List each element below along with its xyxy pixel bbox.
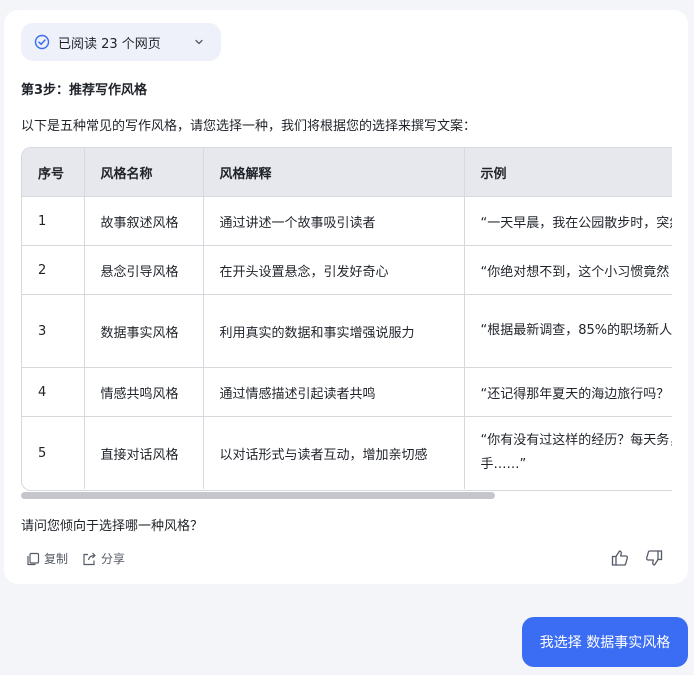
thumbs-up-icon[interactable]	[610, 548, 630, 568]
cell-example: “你有没有过这样的经历？每天务，感到无从下手……”	[464, 416, 672, 489]
feedback-buttons	[596, 548, 664, 568]
table-row: 3 数据事实风格 利用真实的数据和事实增强说服力 “根据最新调查，85%的职场新…	[22, 294, 672, 368]
cell-example: “还记得那年夏天的海边旅行吗？	[464, 367, 672, 417]
cell-style-explanation: 利用真实的数据和事实增强说服力	[203, 294, 465, 368]
cell-style-name: 故事叙述风格	[84, 196, 204, 246]
header-style-name: 风格名称	[84, 148, 204, 197]
cell-index: 1	[22, 196, 85, 246]
assistant-message-card: 已阅读 23 个网页 第3步：推荐写作风格 以下是五种常见的写作风格，请您选择一…	[4, 10, 688, 584]
chevron-down-icon	[193, 36, 205, 48]
thumbs-down-icon[interactable]	[644, 548, 664, 568]
share-label: 分享	[101, 552, 126, 566]
cell-index: 5	[22, 416, 85, 489]
table-row: 4 情感共鸣风格 通过情感描述引起读者共鸣 “还记得那年夏天的海边旅行吗？	[22, 367, 672, 417]
style-table: 序号 风格名称 风格解释 示例 1 故事叙述风格 通过讲述一个故事吸引读者 “一…	[21, 147, 672, 491]
cell-index: 2	[22, 245, 85, 295]
sources-read-label: 已阅读 23 个网页	[58, 36, 161, 52]
message-actions: 复制 分享	[26, 550, 139, 567]
header-example: 示例	[464, 148, 672, 197]
cell-example: “根据最新调查，85%的职场新人都么吗？”	[464, 294, 672, 368]
copy-icon	[27, 552, 40, 565]
check-circle-icon	[34, 34, 50, 50]
cell-style-name: 情感共鸣风格	[84, 367, 204, 417]
table-horizontal-scrollbar[interactable]	[21, 492, 671, 499]
table-header-row: 序号 风格名称 风格解释 示例	[22, 148, 672, 197]
cell-index: 4	[22, 367, 85, 417]
header-style-explanation: 风格解释	[203, 148, 465, 197]
cell-example: “你绝对想不到，这个小习惯竟然	[464, 245, 672, 295]
cell-style-name: 悬念引导风格	[84, 245, 204, 295]
header-index: 序号	[22, 148, 85, 197]
cell-example: “一天早晨，我在公园散步时，突然	[464, 196, 672, 246]
share-button[interactable]: 分享	[82, 550, 125, 567]
step-title: 第3步：推荐写作风格	[21, 83, 148, 98]
intro-text: 以下是五种常见的写作风格，请您选择一种，我们将根据您的选择来撰写文案：	[21, 119, 477, 134]
table-row: 1 故事叙述风格 通过讲述一个故事吸引读者 “一天早晨，我在公园散步时，突然	[22, 196, 672, 246]
table-row: 5 直接对话风格 以对话形式与读者互动，增加亲切感 “你有没有过这样的经历？每天…	[22, 416, 672, 489]
choose-style-button[interactable]: 我选择 数据事实风格	[522, 617, 688, 667]
scrollbar-thumb[interactable]	[21, 492, 495, 499]
cell-style-explanation: 通过讲述一个故事吸引读者	[203, 196, 465, 246]
cell-style-explanation: 以对话形式与读者互动，增加亲切感	[203, 416, 465, 489]
cell-style-name: 数据事实风格	[84, 294, 204, 368]
copy-button[interactable]: 复制	[26, 550, 68, 567]
cell-index: 3	[22, 294, 85, 368]
copy-label: 复制	[44, 552, 69, 566]
cell-style-explanation: 在开头设置悬念，引发好奇心	[203, 245, 465, 295]
cell-style-name: 直接对话风格	[84, 416, 204, 489]
share-icon	[83, 552, 96, 565]
cell-style-explanation: 通过情感描述引起读者共鸣	[203, 367, 465, 417]
sources-read-toggle[interactable]: 已阅读 23 个网页	[21, 23, 221, 61]
table-row: 2 悬念引导风格 在开头设置悬念，引发好奇心 “你绝对想不到，这个小习惯竟然	[22, 245, 672, 295]
follow-up-question: 请问您倾向于选择哪一种风格？	[21, 519, 204, 534]
